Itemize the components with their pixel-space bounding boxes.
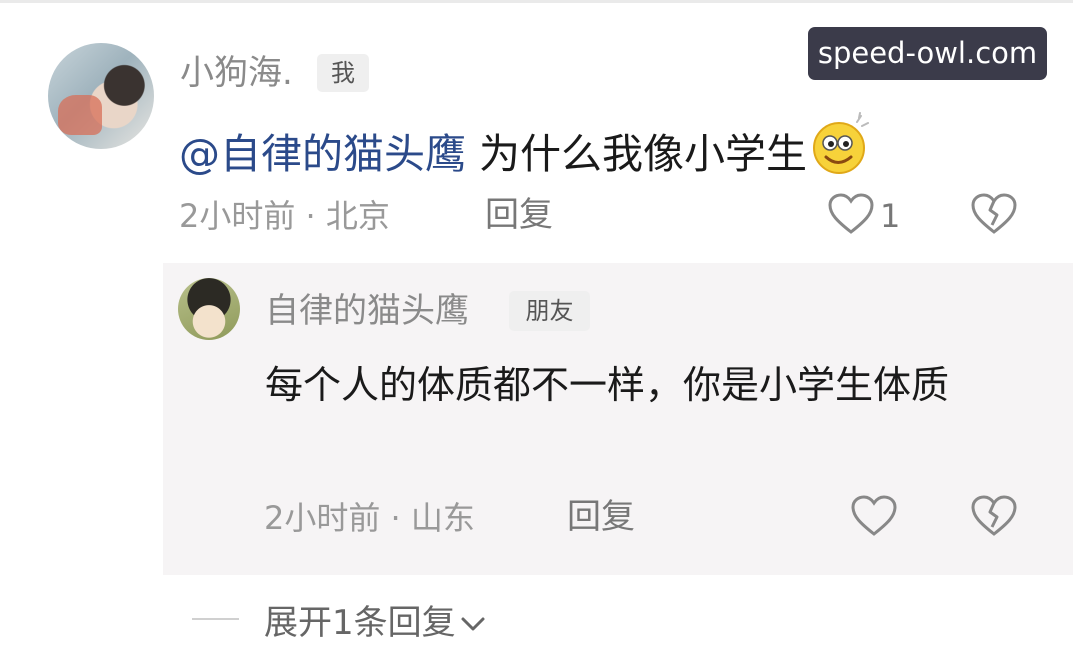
broken-heart-icon[interactable] <box>970 494 1018 542</box>
comment-meta: 2小时前 · 北京 <box>179 197 390 235</box>
reply-text: 每个人的体质都不一样，你是小学生体质 <box>265 363 950 407</box>
like-count: 1 <box>880 197 901 235</box>
me-badge: 我 <box>317 54 369 92</box>
reply-meta: 2小时前 · 山东 <box>264 499 475 537</box>
reply-avatar[interactable] <box>178 278 240 340</box>
comment-text: @自律的猫头鹰 为什么我像小学生 <box>179 112 873 192</box>
top-divider <box>0 0 1073 3</box>
reply-reply-button[interactable]: 回复 <box>567 495 635 539</box>
broken-heart-icon[interactable] <box>970 192 1018 240</box>
reply-username[interactable]: 自律的猫头鹰 <box>265 289 469 333</box>
expand-divider <box>192 618 239 620</box>
mention-link[interactable]: @自律的猫头鹰 <box>179 130 466 178</box>
comment-username[interactable]: 小狗海. <box>180 51 293 95</box>
smiling-face-icon <box>809 112 873 192</box>
heart-icon[interactable] <box>827 192 875 240</box>
heart-icon[interactable] <box>850 494 898 542</box>
expand-replies-label: 展开1条回复 <box>264 603 456 643</box>
chevron-down-icon <box>460 599 486 643</box>
friend-badge: 朋友 <box>509 291 590 331</box>
reply-button[interactable]: 回复 <box>485 193 553 237</box>
comment-body: 为什么我像小学生 <box>466 130 808 178</box>
expand-replies-button[interactable]: 展开1条回复 <box>264 599 486 645</box>
watermark: speed-owl.com <box>808 27 1047 80</box>
avatar[interactable] <box>48 43 154 149</box>
